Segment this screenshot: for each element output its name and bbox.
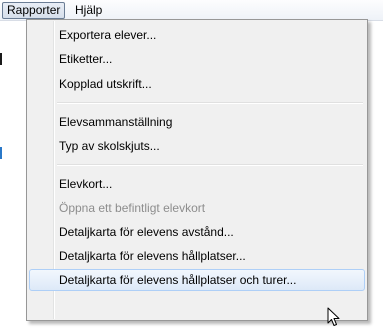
menu-item-exportera-elever[interactable]: Exportera elever... bbox=[29, 24, 365, 46]
menu-item-detaljkarta-hallplatser[interactable]: Detaljkarta för elevens hållplatser... bbox=[29, 245, 365, 267]
menu-item-detaljkarta-hallplatser-turer[interactable]: Detaljkarta för elevens hållplatser och … bbox=[29, 269, 365, 291]
menu-item-typ-av-skolskjuts[interactable]: Typ av skolskjuts... bbox=[29, 135, 365, 157]
menu-rapporter[interactable]: Rapporter bbox=[2, 2, 65, 19]
menu-item-kopplad-utskrift[interactable]: Kopplad utskrift... bbox=[29, 73, 365, 95]
app-window: Rapporter Hjälp Exportera elever... Etik… bbox=[0, 0, 383, 331]
mouse-pointer-icon bbox=[327, 307, 340, 326]
menu-item-etiketter[interactable]: Etiketter... bbox=[29, 48, 365, 70]
menu-bar: Rapporter Hjälp bbox=[0, 0, 383, 21]
underlying-window-edge bbox=[0, 21, 5, 331]
menu-separator bbox=[57, 102, 363, 104]
menu-item-elevsammanstallning[interactable]: Elevsammanställning bbox=[29, 111, 365, 133]
menu-hjalp[interactable]: Hjälp bbox=[71, 2, 106, 19]
menu-item-detaljkarta-avstand[interactable]: Detaljkarta för elevens avstånd... bbox=[29, 221, 365, 243]
rapporter-dropdown-menu: Exportera elever... Etiketter... Kopplad… bbox=[26, 19, 368, 321]
menu-separator bbox=[57, 164, 363, 166]
edge-marker-blue bbox=[0, 147, 2, 159]
menu-item-oppna-befintligt-elevkort: Öppna ett befintligt elevkort bbox=[59, 201, 206, 215]
edge-marker bbox=[0, 53, 2, 65]
menu-item-elevkort[interactable]: Elevkort... bbox=[29, 173, 365, 195]
